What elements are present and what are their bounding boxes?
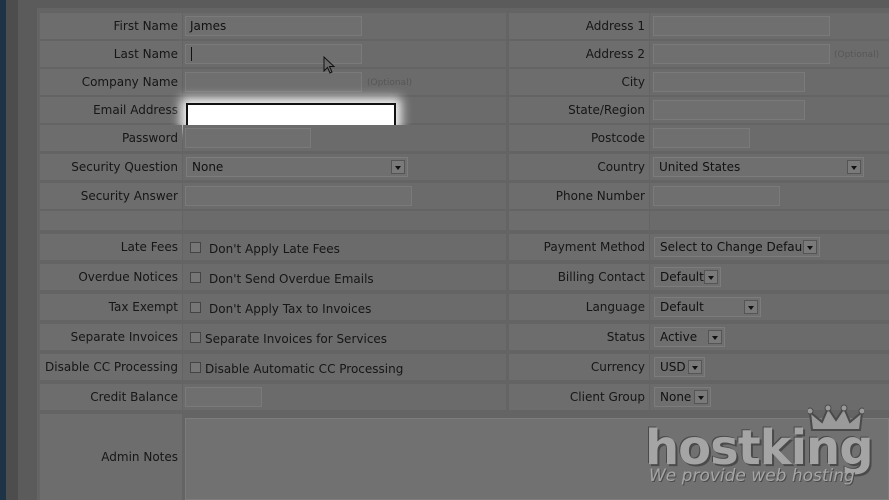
- disable-cc-label: Disable CC Processing: [40, 354, 182, 380]
- status-value: Active: [660, 330, 698, 344]
- logo-tagline: We provide web hosting: [649, 466, 855, 486]
- separate-invoices-checkbox-label: Separate Invoices for Services: [205, 332, 388, 346]
- chevron-down-icon: [803, 240, 817, 254]
- postcode-input[interactable]: [653, 128, 750, 148]
- address2-label: Address 2: [509, 41, 649, 67]
- address2-optional-hint: (Optional): [834, 50, 880, 60]
- currency-value: USD: [660, 360, 686, 374]
- text-caret: [191, 47, 192, 61]
- spacer-field-right: [650, 211, 889, 230]
- chevron-down-icon: [704, 270, 718, 284]
- billing-contact-value: Default: [660, 270, 704, 284]
- language-value: Default: [660, 300, 704, 314]
- page-left-gutter: [6, 0, 18, 500]
- late-fees-checkbox[interactable]: [190, 242, 201, 253]
- chevron-down-icon: [391, 160, 405, 174]
- first-name-input[interactable]: James: [185, 16, 362, 36]
- spacer-label-right: [509, 211, 649, 230]
- city-input[interactable]: [653, 72, 805, 92]
- credit-balance-input[interactable]: [185, 387, 262, 407]
- mouse-pointer-icon: [323, 56, 336, 74]
- spacer-field: [183, 211, 506, 230]
- currency-select[interactable]: USD: [654, 357, 705, 377]
- email-input-highlighted[interactable]: [186, 103, 396, 127]
- client-group-label: Client Group: [509, 384, 649, 410]
- password-input[interactable]: [185, 128, 311, 148]
- company-name-label: Company Name: [40, 69, 182, 95]
- country-value: United States: [659, 160, 741, 174]
- security-question-select[interactable]: None: [186, 157, 408, 177]
- payment-method-select[interactable]: Select to Change Default: [654, 237, 820, 257]
- first-name-label: First Name: [40, 13, 182, 39]
- payment-method-value: Select to Change Default: [660, 240, 811, 254]
- separate-invoices-label: Separate Invoices: [40, 324, 182, 350]
- tax-exempt-checkbox-label: Don't Apply Tax to Invoices: [209, 302, 372, 316]
- payment-method-label: Payment Method: [509, 234, 649, 260]
- security-question-label: Security Question: [40, 154, 182, 180]
- currency-label: Currency: [509, 354, 649, 380]
- company-optional-hint: (Optional): [367, 78, 413, 88]
- tax-exempt-label: Tax Exempt: [40, 294, 182, 320]
- separate-invoices-checkbox[interactable]: [190, 332, 201, 343]
- address1-label: Address 1: [509, 13, 649, 39]
- spacer-label: [40, 211, 182, 230]
- password-label: Password: [40, 125, 182, 151]
- late-fees-checkbox-label: Don't Apply Late Fees: [209, 242, 340, 256]
- security-answer-label: Security Answer: [40, 183, 182, 209]
- city-label: City: [509, 69, 649, 95]
- postcode-label: Postcode: [509, 125, 649, 151]
- last-name-label: Last Name: [40, 41, 182, 67]
- tax-exempt-checkbox[interactable]: [190, 302, 201, 313]
- billing-contact-select[interactable]: Default: [654, 267, 721, 287]
- hostking-watermark-logo: hostking We provide web hosting: [645, 400, 889, 495]
- status-label: Status: [509, 324, 649, 350]
- chevron-down-icon: [688, 360, 702, 374]
- state-input[interactable]: [653, 100, 805, 120]
- state-label: State/Region: [509, 97, 649, 123]
- country-label: Country: [509, 154, 649, 180]
- credit-balance-label: Credit Balance: [40, 384, 182, 410]
- disable-cc-checkbox-label: Disable Automatic CC Processing: [205, 362, 404, 376]
- admin-notes-label: Admin Notes: [40, 414, 182, 500]
- phone-label: Phone Number: [509, 183, 649, 209]
- email-label: Email Address: [40, 97, 182, 123]
- security-answer-input[interactable]: [185, 186, 412, 206]
- language-label: Language: [509, 294, 649, 320]
- phone-input[interactable]: [653, 186, 780, 206]
- disable-cc-checkbox[interactable]: [190, 362, 201, 373]
- late-fees-label: Late Fees: [40, 234, 182, 260]
- address2-input[interactable]: [653, 44, 830, 64]
- overdue-notices-label: Overdue Notices: [40, 264, 182, 290]
- status-select[interactable]: Active: [654, 327, 725, 347]
- chevron-down-icon: [847, 160, 861, 174]
- billing-contact-label: Billing Contact: [509, 264, 649, 290]
- overdue-notices-checkbox[interactable]: [190, 272, 201, 283]
- country-select[interactable]: United States: [653, 157, 864, 177]
- chevron-down-icon: [708, 330, 722, 344]
- overdue-notices-checkbox-label: Don't Send Overdue Emails: [209, 272, 374, 286]
- language-select[interactable]: Default: [654, 297, 761, 317]
- security-question-value: None: [192, 160, 224, 174]
- address1-input[interactable]: [653, 16, 830, 36]
- chevron-down-icon: [744, 300, 758, 314]
